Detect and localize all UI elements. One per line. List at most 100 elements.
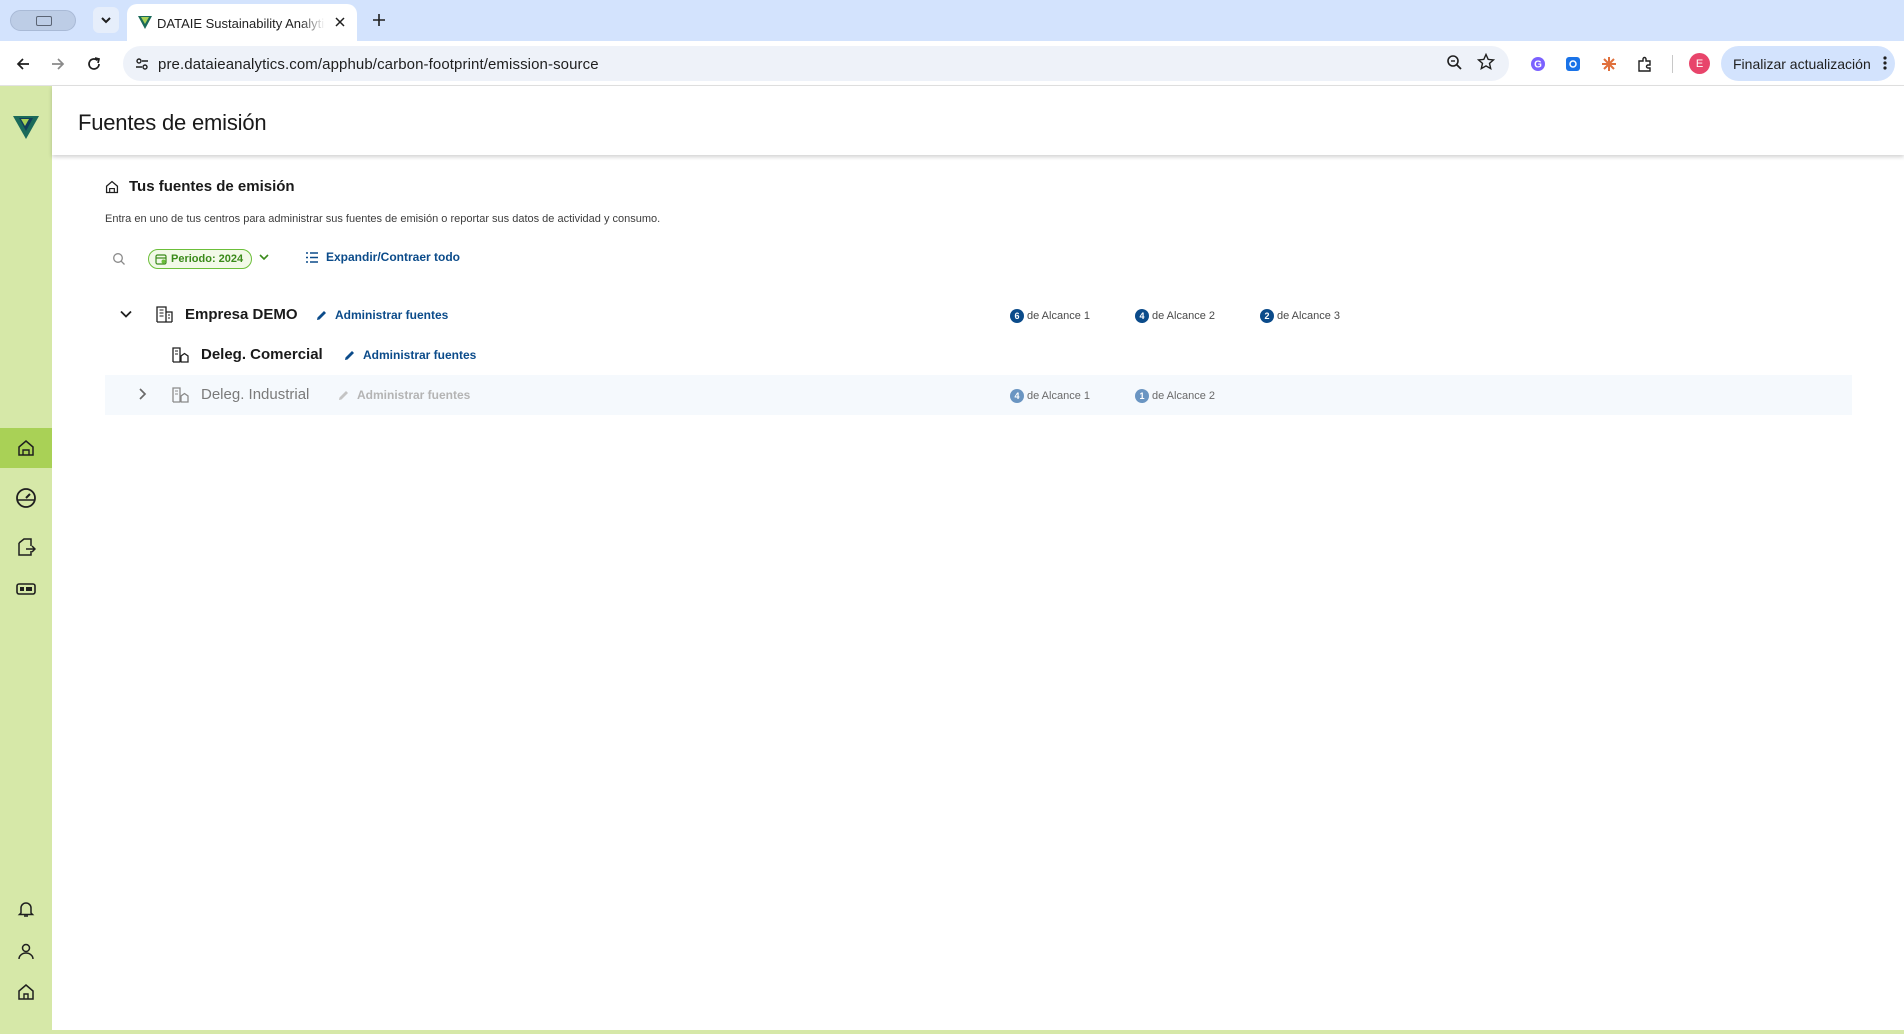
url-text: pre.dataieanalytics.com/apphub/carbon-fo… bbox=[158, 56, 599, 73]
chevron-down-icon[interactable] bbox=[258, 251, 270, 263]
pencil-icon bbox=[317, 310, 326, 320]
pencil-icon bbox=[339, 390, 348, 400]
page-header: Fuentes de emisión bbox=[52, 86, 1904, 155]
scope-badge: 6 de Alcance 1 bbox=[1010, 309, 1090, 323]
manage-sources-label: Administrar fuentes bbox=[357, 388, 471, 402]
back-button[interactable] bbox=[10, 51, 36, 77]
section-subtitle: Entra en uno de tus centros para adminis… bbox=[105, 213, 661, 225]
new-tab-button[interactable] bbox=[367, 8, 391, 32]
reload-icon bbox=[88, 57, 101, 70]
calendar-icon bbox=[155, 254, 167, 265]
extensions-puzzle-icon[interactable] bbox=[1634, 53, 1656, 75]
scope-label: de Alcance 2 bbox=[1152, 310, 1215, 322]
tab-close-icon[interactable] bbox=[331, 13, 349, 31]
more-vert-icon bbox=[1883, 56, 1887, 70]
profile-avatar[interactable]: E bbox=[1689, 53, 1710, 74]
scope-label: de Alcance 2 bbox=[1152, 390, 1215, 402]
app-sidebar bbox=[0, 86, 52, 1034]
browser-tabstrip: DATAIE Sustainability Analytics bbox=[0, 0, 1904, 41]
tree-row-name: Deleg. Comercial bbox=[201, 346, 323, 363]
reload-button[interactable] bbox=[81, 51, 107, 77]
forward-button[interactable] bbox=[45, 51, 71, 77]
tree-row-name: Deleg. Industrial bbox=[201, 386, 310, 403]
section-header: Tus fuentes de emisión bbox=[105, 178, 295, 195]
tab-title: DATAIE Sustainability Analytics bbox=[157, 16, 325, 31]
window-bottom-border bbox=[0, 1030, 1904, 1034]
gauge-icon bbox=[16, 488, 36, 508]
user-icon bbox=[18, 943, 34, 960]
list-tree-icon bbox=[306, 251, 318, 263]
gear-extension-icon[interactable] bbox=[1562, 53, 1584, 75]
sidebar-item-settings[interactable] bbox=[0, 569, 52, 609]
period-filter-chip[interactable]: Periodo: 2024 bbox=[148, 249, 253, 269]
scope-badge: 1 de Alcance 2 bbox=[1135, 389, 1215, 403]
scope-label: de Alcance 3 bbox=[1277, 310, 1340, 322]
scope-count: 6 bbox=[1010, 309, 1024, 323]
scope-count: 1 bbox=[1135, 389, 1149, 403]
branch-building-icon bbox=[172, 387, 189, 403]
scope-label: de Alcance 1 bbox=[1027, 310, 1090, 322]
tree-row-name: Empresa DEMO bbox=[185, 306, 298, 323]
scope-badge: 2 de Alcance 3 bbox=[1260, 309, 1340, 323]
scope-count: 4 bbox=[1010, 389, 1024, 403]
expand-collapse-all-button[interactable]: Expandir/Contraer todo bbox=[305, 250, 460, 264]
factory-home-icon bbox=[18, 440, 34, 456]
branch-building-icon bbox=[172, 347, 189, 363]
sidebar-item-emission-sources[interactable] bbox=[0, 428, 52, 468]
sidebar-item-home[interactable] bbox=[0, 972, 52, 1012]
plus-icon bbox=[373, 14, 385, 26]
browser-toolbar: pre.dataieanalytics.com/apphub/carbon-fo… bbox=[0, 41, 1904, 86]
grammarly-extension-icon[interactable]: G bbox=[1527, 53, 1549, 75]
chevron-down-icon bbox=[101, 17, 111, 24]
sidebar-item-notifications[interactable] bbox=[0, 889, 52, 929]
browser-tab[interactable]: DATAIE Sustainability Analytics bbox=[127, 4, 357, 41]
scope-count: 2 bbox=[1260, 309, 1274, 323]
period-label: Periodo: 2024 bbox=[171, 253, 244, 265]
tree-row-delegation[interactable]: Deleg. Industrial Administrar fuentes 4d… bbox=[105, 375, 1852, 415]
section-title: Tus fuentes de emisión bbox=[129, 178, 295, 195]
manage-sources-link-disabled: Administrar fuentes bbox=[337, 388, 470, 402]
scope-count: 4 bbox=[1135, 309, 1149, 323]
chevron-down-icon[interactable] bbox=[119, 307, 133, 321]
sidebar-item-dashboard[interactable] bbox=[0, 478, 52, 518]
scope-label: de Alcance 1 bbox=[1027, 390, 1090, 402]
chevron-right-icon[interactable] bbox=[135, 387, 149, 401]
id-card-icon bbox=[16, 583, 36, 595]
export-file-icon bbox=[18, 538, 36, 556]
tree-row-delegation[interactable]: Deleg. Comercial Administrar fuentes bbox=[105, 335, 1852, 375]
manage-sources-link[interactable]: Administrar fuentes bbox=[343, 348, 476, 362]
search-icon[interactable] bbox=[112, 252, 126, 266]
window-icon bbox=[36, 16, 52, 26]
address-bar[interactable]: pre.dataieanalytics.com/apphub/carbon-fo… bbox=[123, 46, 1509, 81]
page-title: Fuentes de emisión bbox=[78, 110, 267, 135]
tree-row-company[interactable]: Empresa DEMO Administrar fuentes 6 de Alc… bbox=[105, 295, 1852, 335]
sidebar-item-profile[interactable] bbox=[0, 931, 52, 971]
arrow-left-icon bbox=[16, 58, 29, 70]
pencil-icon bbox=[345, 350, 354, 360]
factory-home-icon bbox=[105, 180, 119, 193]
site-info-icon[interactable] bbox=[130, 52, 154, 76]
dataie-logo-icon[interactable] bbox=[12, 114, 40, 140]
manage-sources-label: Administrar fuentes bbox=[363, 348, 477, 362]
bell-icon bbox=[17, 902, 35, 917]
dataie-favicon-icon bbox=[138, 16, 152, 29]
manage-sources-link[interactable]: Administrar fuentes bbox=[315, 308, 448, 322]
toolbar-separator bbox=[1672, 55, 1673, 73]
arrow-right-icon bbox=[52, 58, 65, 70]
filter-bar: Periodo: 2024 Expandir/Contraer todo bbox=[110, 248, 510, 270]
expand-collapse-label: Expandir/Contraer todo bbox=[326, 250, 461, 264]
tab-group-pill[interactable] bbox=[10, 10, 76, 31]
manage-sources-label: Administrar fuentes bbox=[335, 308, 449, 322]
update-browser-button[interactable]: Finalizar actualización bbox=[1721, 46, 1895, 81]
building-icon bbox=[156, 306, 173, 323]
sidebar-item-reports[interactable] bbox=[0, 527, 52, 567]
scope-badge: 4 de Alcance 2 bbox=[1135, 309, 1215, 323]
bookmark-star-icon[interactable] bbox=[1476, 52, 1496, 76]
home-icon bbox=[18, 984, 34, 1000]
zoom-icon[interactable] bbox=[1446, 54, 1463, 76]
sparkle-extension-icon[interactable] bbox=[1598, 53, 1620, 75]
update-label: Finalizar actualización bbox=[1733, 55, 1871, 72]
tab-list-button[interactable] bbox=[93, 7, 119, 33]
scope-badge: 4 de Alcance 1 bbox=[1010, 389, 1090, 403]
svg-text:G: G bbox=[1534, 60, 1542, 71]
